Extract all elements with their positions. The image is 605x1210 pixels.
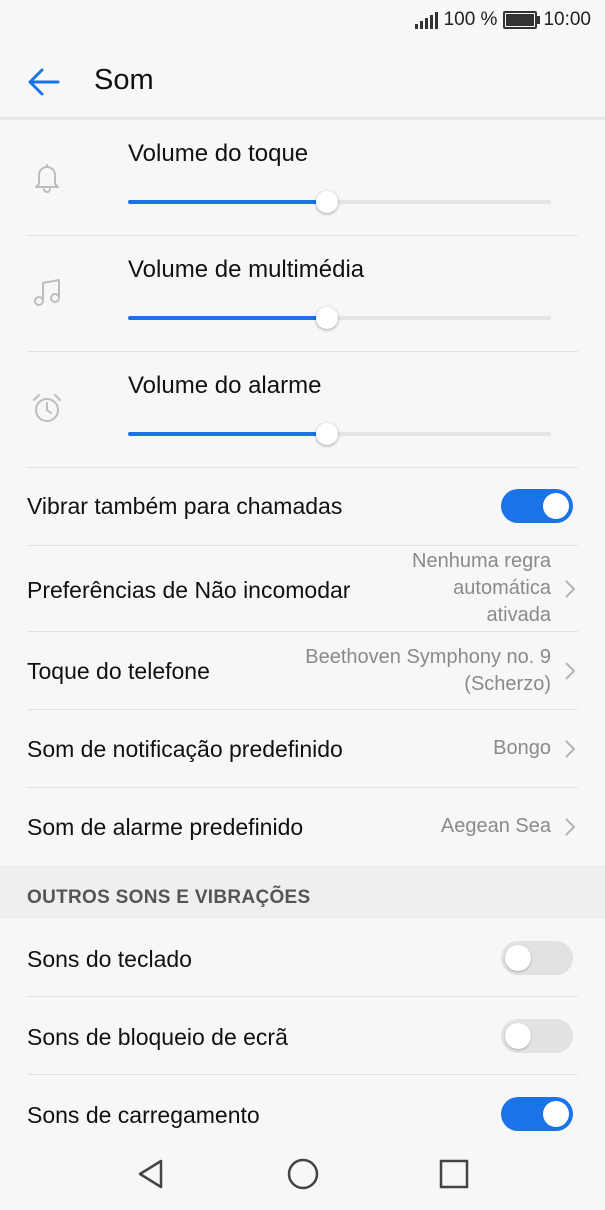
alarm-clock-icon xyxy=(33,394,61,422)
toggle-knob xyxy=(505,945,531,971)
volume-ring-row: Volume do toque xyxy=(0,120,605,235)
nav-recents-icon[interactable] xyxy=(437,1157,471,1191)
vibrate-row[interactable]: Vibrar também para chamadas xyxy=(0,468,605,545)
volume-alarm-label: Volume do alarme xyxy=(128,372,322,399)
charging-sounds-toggle[interactable] xyxy=(501,1097,573,1131)
battery-percent: 100 % xyxy=(443,9,498,30)
notification-sound-label: Som de notificação predefinido xyxy=(27,736,343,762)
alarm-sound-label: Som de alarme predefinido xyxy=(27,814,304,840)
slider-fill xyxy=(128,200,327,204)
slider-fill xyxy=(128,316,327,320)
keyboard-sounds-toggle[interactable] xyxy=(501,941,573,975)
clock: 10:00 xyxy=(543,9,591,30)
dnd-value-line: automática xyxy=(453,577,551,599)
section-title: OUTROS SONS E VIBRAÇÕES xyxy=(27,887,311,908)
settings-list: Volume do toque Volume de multimédia Vol… xyxy=(0,120,605,1152)
screen-lock-sounds-toggle[interactable] xyxy=(501,1019,573,1053)
keyboard-sounds-row[interactable]: Sons do teclado xyxy=(0,919,605,996)
chevron-right-icon xyxy=(565,580,576,598)
volume-ring-slider[interactable] xyxy=(128,191,551,213)
status-bar: 100 % 10:00 xyxy=(0,0,605,42)
volume-ring-label: Volume do toque xyxy=(128,140,309,167)
chevron-right-icon xyxy=(565,818,576,836)
toggle-knob xyxy=(543,1101,569,1127)
chevron-right-icon xyxy=(565,662,576,680)
page-title: Som xyxy=(94,64,154,96)
back-arrow-icon[interactable] xyxy=(24,62,64,102)
alarm-sound-value: Aegean Sea xyxy=(440,815,551,837)
app-bar: Som xyxy=(0,42,605,120)
volume-alarm-row: Volume do alarme xyxy=(0,352,605,467)
section-header: OUTROS SONS E VIBRAÇÕES xyxy=(0,865,605,919)
slider-fill xyxy=(128,432,327,436)
ringtone-value-line: (Scherzo) xyxy=(464,673,551,695)
toggle-knob xyxy=(543,493,569,519)
screen-lock-sounds-label: Sons de bloqueio de ecrã xyxy=(27,1024,288,1050)
dnd-label: Preferências de Não incomodar xyxy=(27,577,351,603)
volume-media-label: Volume de multimédia xyxy=(128,256,365,283)
vibrate-label: Vibrar também para chamadas xyxy=(27,493,343,519)
volume-media-slider[interactable] xyxy=(128,307,551,329)
volume-media-row: Volume de multimédia xyxy=(0,236,605,351)
status-right: 100 % 10:00 xyxy=(414,9,591,31)
notification-sound-row[interactable]: Som de notificação predefinido Bongo xyxy=(0,710,605,787)
ringtone-value: Beethoven Symphony no. 9 (Scherzo) xyxy=(305,644,551,698)
dnd-value: Nenhuma regra automática ativada xyxy=(412,548,551,629)
battery-icon xyxy=(503,11,541,29)
slider-thumb[interactable] xyxy=(315,423,338,445)
vibrate-toggle[interactable] xyxy=(501,489,573,523)
slider-thumb[interactable] xyxy=(315,307,338,329)
slider-thumb[interactable] xyxy=(315,191,338,213)
dnd-preferences-row[interactable]: Preferências de Não incomodar Nenhuma re… xyxy=(0,546,605,631)
ringtone-value-line: Beethoven Symphony no. 9 xyxy=(305,646,551,668)
navigation-bar xyxy=(0,1135,605,1210)
toggle-knob xyxy=(505,1023,531,1049)
dnd-value-line: Nenhuma regra xyxy=(412,550,551,572)
volume-alarm-slider[interactable] xyxy=(128,423,551,445)
signal-icon xyxy=(414,11,438,29)
ringtone-row[interactable]: Toque do telefone Beethoven Symphony no.… xyxy=(0,632,605,709)
notification-sound-value: Bongo xyxy=(493,737,551,759)
charging-sounds-label: Sons de carregamento xyxy=(27,1102,260,1128)
music-note-icon xyxy=(34,279,60,306)
nav-home-icon[interactable] xyxy=(286,1157,320,1191)
nav-back-icon[interactable] xyxy=(134,1157,168,1191)
alarm-sound-row[interactable]: Som de alarme predefinido Aegean Sea xyxy=(0,788,605,865)
bell-icon xyxy=(35,164,59,193)
chevron-right-icon xyxy=(565,740,576,758)
screen-lock-sounds-row[interactable]: Sons de bloqueio de ecrã xyxy=(0,997,605,1074)
keyboard-sounds-label: Sons do teclado xyxy=(27,946,192,972)
dnd-value-line: ativada xyxy=(486,604,552,626)
ringtone-label: Toque do telefone xyxy=(27,658,210,684)
